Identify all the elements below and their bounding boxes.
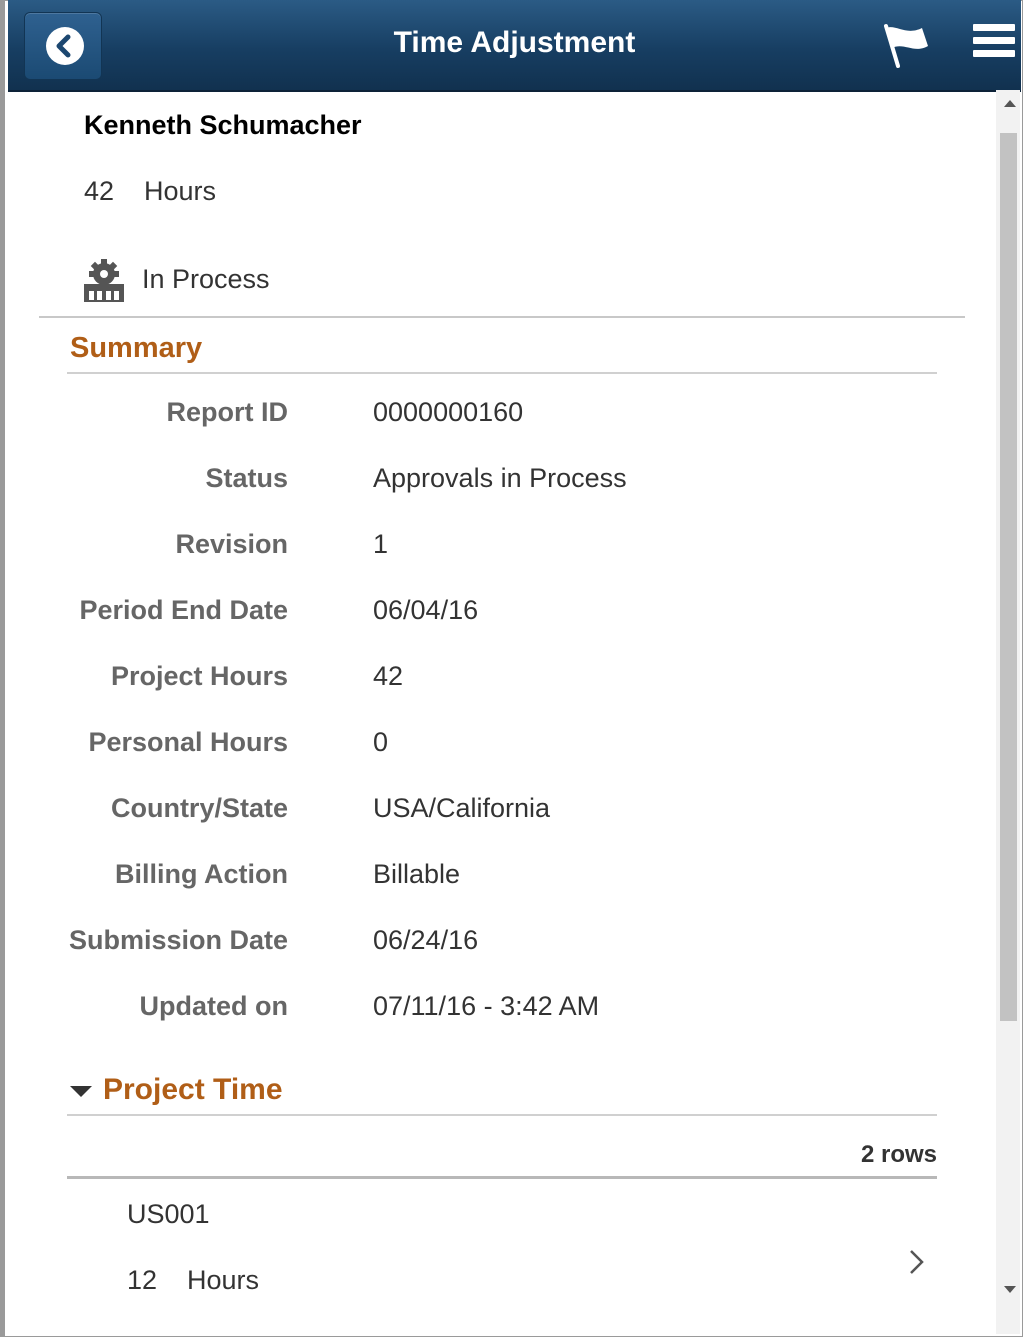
gear-building-icon (80, 258, 128, 304)
summary-row-billing-action: Billing Action Billable (0, 859, 960, 899)
flag-icon[interactable] (878, 22, 932, 68)
scrollbar-thumb[interactable] (1000, 133, 1017, 1021)
hours-value: 12 (127, 1265, 158, 1295)
field-label: Submission Date (68, 925, 288, 955)
field-value: Approvals in Process (373, 463, 627, 493)
hours-unit: Hours (144, 176, 217, 206)
field-label: Updated on (139, 991, 289, 1021)
field-value: 42 (373, 661, 404, 691)
field-value: 1 (373, 529, 389, 559)
summary-row-submission-date: Submission Date 06/24/16 (0, 925, 960, 965)
summary-row-project-hours: Project Hours 42 (0, 661, 960, 701)
field-value: 06/24/16 (373, 925, 479, 955)
chevron-right-icon[interactable] (905, 1247, 929, 1277)
field-label: Report ID (166, 397, 289, 427)
summary-row-revision: Revision 1 (0, 529, 960, 569)
project-time-section-title[interactable]: Project Time (103, 1073, 283, 1107)
status-text: In Process (142, 264, 270, 294)
field-label: Personal Hours (88, 727, 288, 757)
collapse-triangle-icon[interactable] (70, 1086, 92, 1097)
project-id: US001 (127, 1199, 210, 1229)
page-title: Time Adjustment (393, 26, 636, 59)
field-label: Period End Date (79, 595, 288, 625)
summary-row-period-end-date: Period End Date 06/04/16 (0, 595, 960, 635)
summary-row-status: Status Approvals in Process (0, 463, 960, 503)
hours-value: 42 (84, 176, 115, 206)
field-label: Revision (175, 529, 288, 559)
summary-row-country-state: Country/State USA/California (0, 793, 960, 833)
field-value: 0000000160 (373, 397, 524, 427)
employee-hours: 42 Hours (84, 176, 216, 207)
field-value: 06/04/16 (373, 595, 479, 625)
summary-section-title: Summary (70, 332, 203, 364)
hamburger-menu-icon[interactable] (973, 24, 1015, 64)
scroll-down-arrow-icon[interactable] (1004, 1286, 1016, 1293)
summary-row-report-id: Report ID 0000000160 (0, 397, 960, 437)
field-label: Status (205, 463, 288, 493)
field-value: Billable (373, 859, 461, 889)
field-label: Project Hours (110, 661, 288, 691)
field-value: USA/California (373, 793, 551, 823)
hours-unit: Hours (187, 1265, 260, 1295)
field-label: Billing Action (115, 859, 288, 889)
summary-row-updated-on: Updated on 07/11/16 - 3:42 AM (0, 991, 960, 1031)
field-value: 07/11/16 - 3:42 AM (373, 991, 600, 1021)
divider (67, 372, 937, 374)
top-banner: Time Adjustment (8, 0, 1021, 92)
project-hours: 12 Hours (127, 1265, 259, 1296)
divider (67, 1114, 937, 1116)
field-label: Country/State (110, 793, 288, 823)
rows-count: 2 rows (860, 1141, 937, 1168)
scroll-up-arrow-icon[interactable] (1004, 100, 1016, 107)
field-value: 0 (373, 727, 389, 757)
divider (39, 316, 965, 318)
project-time-list-item[interactable]: US001 12 Hours (67, 1179, 937, 1319)
employee-name: Kenneth Schumacher (84, 110, 362, 140)
summary-row-personal-hours: Personal Hours 0 (0, 727, 960, 767)
